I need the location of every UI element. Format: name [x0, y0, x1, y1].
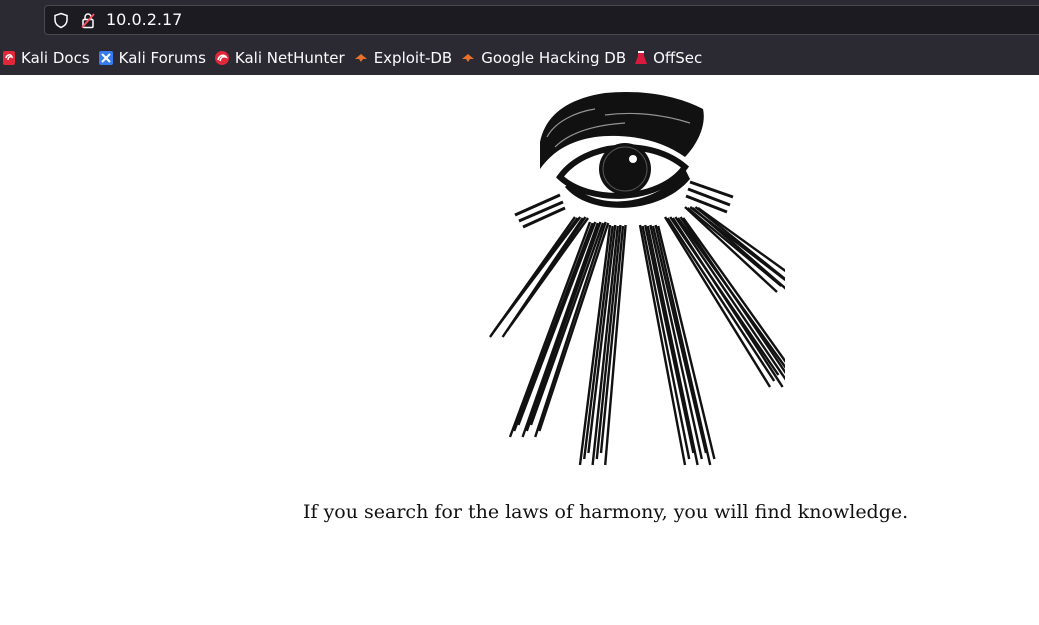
- bookmark-exploit-db[interactable]: Exploit-DB: [351, 45, 459, 71]
- insecure-lock-icon[interactable]: [80, 12, 96, 33]
- page-motto: If you search for the laws of harmony, y…: [303, 501, 909, 523]
- page-content: If you search for the laws of harmony, y…: [0, 75, 1039, 625]
- browser-toolbar: 10.0.2.17 Kali Docs Kali Forums Kali Net…: [0, 0, 1039, 75]
- bookmark-label: Kali Forums: [118, 49, 206, 67]
- bookmark-google-hacking-db[interactable]: Google Hacking DB: [458, 45, 632, 71]
- ghdb-icon: [462, 54, 475, 62]
- offsec-icon: [635, 51, 648, 64]
- all-seeing-eye-image: [489, 91, 785, 466]
- kali-nethunter-icon: [214, 51, 229, 65]
- bookmarks-toolbar: Kali Docs Kali Forums Kali NetHunter Exp…: [0, 45, 1039, 71]
- bookmark-label: Google Hacking DB: [481, 49, 627, 67]
- bookmark-label: Kali Docs: [21, 49, 90, 67]
- tracking-protection-shield-icon[interactable]: [53, 12, 69, 33]
- kali-forums-icon: [98, 51, 113, 65]
- bookmark-kali-docs[interactable]: Kali Docs: [0, 45, 96, 71]
- url-text[interactable]: 10.0.2.17: [106, 10, 182, 30]
- kali-docs-icon: [3, 51, 15, 65]
- bookmark-offsec[interactable]: OffSec: [632, 45, 708, 71]
- bookmark-label: Exploit-DB: [373, 49, 453, 67]
- bookmark-label: OffSec: [653, 49, 703, 67]
- bookmark-label: Kali NetHunter: [234, 49, 345, 67]
- address-bar[interactable]: 10.0.2.17: [44, 5, 1039, 35]
- bookmark-kali-nethunter[interactable]: Kali NetHunter: [212, 45, 351, 71]
- exploit-db-icon: [354, 54, 367, 62]
- bookmark-kali-forums[interactable]: Kali Forums: [96, 45, 212, 71]
